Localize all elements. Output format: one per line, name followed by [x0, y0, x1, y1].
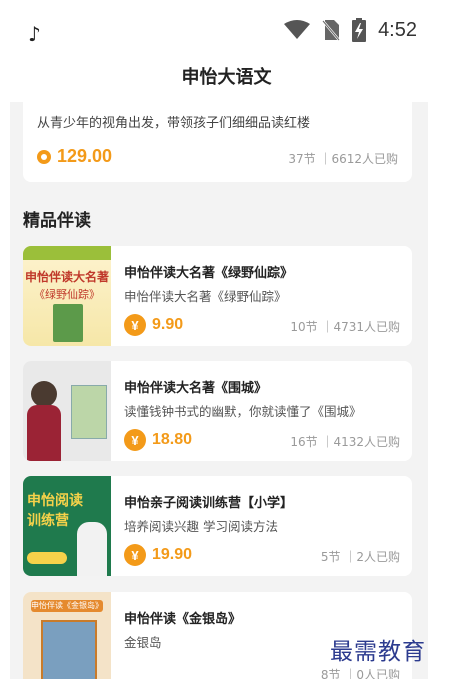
yuan-badge-icon: ¥	[124, 314, 146, 336]
list-item[interactable]: 申怡伴读大名著 《绿野仙踪》 申怡伴读大名著《绿野仙踪》 申怡伴读大名著《绿野仙…	[23, 246, 412, 346]
price-value: 19.90	[152, 546, 193, 563]
course-price: ¥ 9.90	[124, 314, 183, 336]
watermark: 最需教育	[330, 639, 426, 665]
lesson-count: 8节	[320, 668, 341, 679]
price-value: 9.90	[152, 316, 184, 333]
page-title: 申怡大语文	[181, 67, 272, 88]
buyer-count: 2人已购	[356, 550, 400, 564]
buyer-count: 0人已购	[356, 668, 400, 679]
thumbnail-title: 申怡伴读《金银岛》	[31, 600, 103, 612]
course-price: ¥ 19.90	[124, 544, 192, 566]
lesson-count: 16节	[290, 435, 318, 449]
scroll-edge	[428, 102, 453, 679]
yuan-badge-icon: ¥	[124, 544, 146, 566]
price-value: 129.00	[57, 146, 113, 166]
battery-charging-icon	[352, 18, 367, 42]
wifi-icon	[284, 20, 311, 39]
list-item[interactable]: 申怡阅读 训练营 申怡亲子阅读训练营【小学】 培养阅读兴趣 学习阅读方法 ¥ 1…	[23, 476, 412, 576]
course-subtitle: 申怡伴读大名著《绿野仙踪》	[124, 289, 287, 304]
course-subtitle: 金银岛	[124, 635, 162, 650]
course-subtitle: 培养阅读兴趣 学习阅读方法	[124, 519, 278, 534]
course-price: 129.00	[37, 146, 112, 167]
tiktok-icon: ♪	[28, 22, 41, 46]
buyer-count: 6612人已购	[331, 152, 398, 166]
course-title: 申怡伴读《金银岛》	[124, 612, 242, 627]
status-bar: ♪ 4:52	[0, 0, 453, 64]
thumbnail-title: 申怡伴读大名著	[25, 270, 110, 284]
course-list[interactable]: 从青少年的视角出发，带领孩子们细细品读红楼 129.00 37节 ｜6612人已…	[10, 102, 428, 679]
thumbnail-subtitle: 训练营	[27, 513, 69, 529]
status-icons: 4:52	[284, 18, 417, 42]
no-sim-icon	[322, 20, 341, 41]
price-value: 18.80	[152, 431, 193, 448]
lesson-count: 10节	[290, 320, 318, 334]
course-meta: 8节 ｜0人已购	[321, 666, 400, 679]
lesson-count: 5节	[320, 550, 341, 564]
course-meta: 10节 ｜4731人已购	[290, 320, 400, 334]
buyer-count: 4132人已购	[333, 435, 400, 449]
section-title: 精品伴读	[23, 211, 91, 231]
thumbnail-subtitle: 《绿野仙踪》	[34, 288, 100, 301]
course-thumbnail: 申怡伴读大名著 《绿野仙踪》	[23, 246, 111, 346]
app-bar: 申怡大语文	[0, 58, 453, 98]
course-thumbnail: 申怡伴读《金银岛》	[23, 592, 111, 679]
course-meta: 37节 ｜6612人已购	[288, 152, 398, 166]
clock: 4:52	[378, 18, 417, 41]
thumbnail-title: 申怡阅读	[27, 493, 83, 509]
course-title: 申怡亲子阅读训练营【小学】	[124, 496, 294, 511]
buyer-count: 4731人已购	[333, 320, 400, 334]
course-thumbnail: 申怡阅读 训练营	[23, 476, 111, 576]
yuan-badge-icon: ¥	[124, 429, 146, 451]
course-price: ¥ 18.80	[124, 429, 192, 451]
course-description: 从青少年的视角出发，带领孩子们细细品读红楼	[37, 116, 311, 131]
course-subtitle: 读懂钱钟书式的幽默，你就读懂了《围城》	[124, 404, 362, 419]
course-title: 申怡伴读大名著《围城》	[124, 381, 268, 396]
course-card[interactable]: 从青少年的视角出发，带领孩子们细细品读红楼 129.00 37节 ｜6612人已…	[23, 102, 412, 182]
course-meta: 16节 ｜4132人已购	[290, 435, 400, 449]
lesson-count: 37节	[288, 152, 316, 166]
course-thumbnail	[23, 361, 111, 461]
course-title: 申怡伴读大名著《绿野仙踪》	[124, 266, 294, 281]
course-meta: 5节 ｜2人已购	[320, 550, 400, 564]
list-item[interactable]: 申怡伴读大名著《围城》 读懂钱钟书式的幽默，你就读懂了《围城》 ¥ 18.80 …	[23, 361, 412, 461]
coin-icon	[37, 149, 51, 164]
